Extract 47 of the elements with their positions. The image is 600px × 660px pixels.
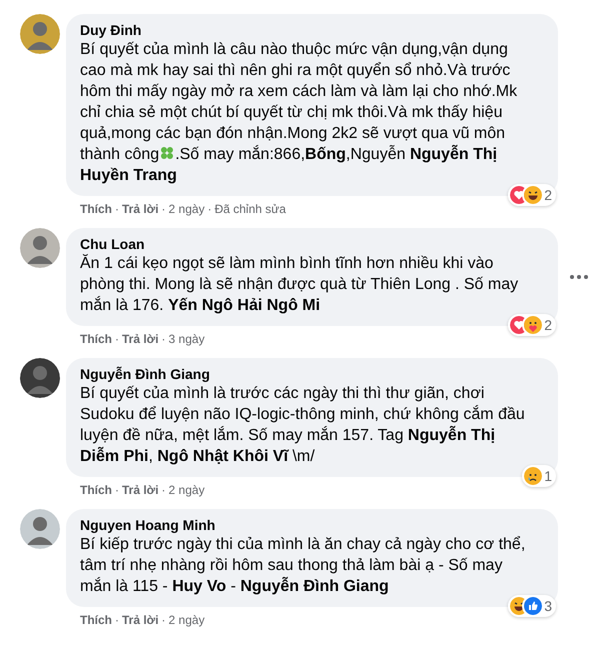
reaction-summary[interactable]: 3: [508, 595, 556, 617]
timestamp[interactable]: 2 ngày: [168, 481, 205, 499]
separator-dot: ·: [115, 612, 119, 629]
action-link[interactable]: Trả lời: [122, 200, 159, 218]
action-link[interactable]: Thích: [80, 481, 112, 499]
author-name[interactable]: Nguyen Hoang Minh: [80, 516, 544, 534]
author-name[interactable]: Nguyễn Đình Giang: [80, 365, 544, 383]
reaction-summary[interactable]: 2: [508, 184, 556, 206]
action-link[interactable]: Trả lời: [122, 330, 159, 348]
action-link[interactable]: Thích: [80, 611, 112, 629]
separator-dot: ·: [115, 331, 119, 348]
separator-dot: ·: [162, 482, 166, 499]
timestamp[interactable]: 2 ngày: [168, 611, 205, 629]
sad-face-icon: [524, 467, 542, 485]
author-name[interactable]: Chu Loan: [80, 235, 544, 253]
timestamp[interactable]: 2 ngày: [168, 200, 205, 218]
author-name[interactable]: Duy Đinh: [80, 21, 544, 39]
action-link[interactable]: Trả lời: [122, 481, 159, 499]
reaction-count: 3: [544, 596, 552, 616]
separator-dot: ·: [162, 612, 166, 629]
comment-text: Bí quyết của mình là câu nào thuộc mức vận dụng,vận dụng cao mà mk hay sai thì nên ghi ra một quyển sổ nhỏ.Và trước hôm thi mấy ngày mở ra xem cách làm và làm lại cho nhớ.Mk chỉ chia sẻ một chút bí quyết từ chị mk thôi.Và mk thấy hiệu quả,mong các bạn đón nhận.Mong 2k2 sẽ vượt qua vũ môn thành công .Số may mắn:866,Bống,Nguyễn Nguyễn Thị Huyền Trang: [80, 40, 518, 186]
separator-dot: ·: [115, 482, 119, 499]
separator-dot: ·: [115, 201, 119, 218]
thumbs-up-icon: [524, 597, 542, 615]
action-link[interactable]: Thích: [80, 200, 112, 218]
separator-dot: ·: [162, 201, 166, 218]
avatar[interactable]: [20, 228, 60, 268]
reaction-summary[interactable]: 2: [508, 314, 556, 336]
timestamp[interactable]: 3 ngày: [168, 330, 205, 348]
comment-text: Ăn 1 cái kẹo ngọt sẽ làm mình bình tĩnh hơn nhiều khi vào phòng thi. Mong là sẽ nhận được quà từ Thiên Long . Số may mắn là 176. Yến Ngô Hải Ngô Mi: [80, 253, 520, 316]
comment-text: Bí kiếp trước ngày thi của mình là ăn chay cả ngày cho cơ thể, tâm trí nhẹ nhàng rồi hôm sau thong thả làm bài ạ - Số may mắn là 115 - Huy Vo - Nguyễn Đình Giang: [80, 535, 526, 597]
avatar[interactable]: [20, 509, 60, 549]
edited-label: Đã chỉnh sửa: [214, 201, 286, 218]
laughing-face-icon: [524, 186, 542, 204]
reaction-summary[interactable]: 1: [522, 465, 556, 487]
hugging-face-icon: [524, 316, 542, 334]
action-link[interactable]: Trả lời: [122, 611, 159, 629]
clover-icon: [159, 145, 176, 161]
reaction-count: 2: [544, 186, 552, 204]
action-link[interactable]: Thích: [80, 330, 112, 348]
comment-text: Bí quyết của mình là trước các ngày thi thì thư giãn, chơi Sudoku để luyện não IQ-logic-thông minh, chứ không cắm đầu luyện đề nữa, mệt lắm. Số may mắn 157. Tag Nguyễn Thị Diễm Phi, Ngô Nhật Khôi Vĩ \m/: [80, 384, 526, 467]
reaction-count: 2: [544, 316, 552, 334]
reaction-count: 1: [544, 466, 552, 486]
separator-dot: ·: [208, 201, 212, 218]
avatar[interactable]: [20, 358, 60, 398]
separator-dot: ·: [162, 331, 166, 348]
avatar[interactable]: [20, 14, 60, 54]
